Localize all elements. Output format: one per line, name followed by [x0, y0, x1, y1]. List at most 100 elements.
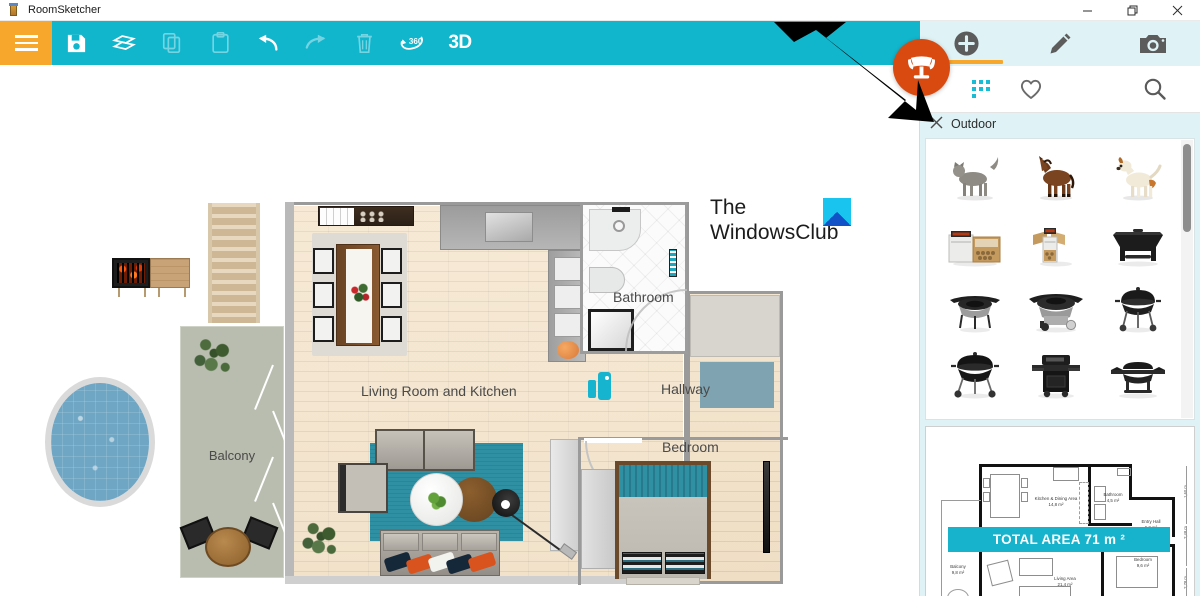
redo-arrow-icon — [305, 34, 326, 49]
preview-kitchen-counter — [1053, 467, 1079, 481]
copy-icon — [162, 33, 181, 53]
catalog-item-outdoor-kitchen-small[interactable] — [1016, 211, 1098, 277]
preview-sofa — [1019, 586, 1071, 596]
catalog-item-outdoor-kitchen-large[interactable] — [934, 211, 1016, 277]
tab-draw[interactable] — [1013, 21, 1106, 66]
catalog-grid-button[interactable] — [956, 79, 1006, 99]
catalog-item-kettle-grill-black[interactable] — [934, 343, 1016, 409]
search-icon — [1144, 78, 1166, 100]
hamburger-menu-icon[interactable] — [0, 21, 52, 65]
towel-rail-object[interactable] — [669, 249, 677, 277]
room-label-bathroom: Bathroom — [613, 289, 674, 305]
360-view-icon: 360 — [400, 36, 423, 50]
preview-dim-line-2 — [1186, 526, 1187, 566]
favorites-button[interactable] — [1006, 78, 1056, 100]
catalog-scrollbar[interactable] — [1181, 140, 1193, 418]
catalog-item-gas-grill-cart[interactable] — [1016, 277, 1098, 343]
roomsketcher-window: RoomSketcher 360 3D Balcony Living Room … — [0, 0, 1200, 596]
balcony-seating-set[interactable] — [179, 516, 279, 575]
coffee-table-white[interactable] — [410, 473, 463, 526]
outdoor-grill-object[interactable] — [112, 258, 190, 297]
clipboard-paste-icon — [211, 32, 229, 53]
redo-button[interactable] — [292, 21, 340, 65]
view-3d-button[interactable]: 3D — [436, 21, 484, 65]
view-360-button[interactable]: 360 — [388, 21, 436, 65]
bbq-station-thumbnail — [1027, 351, 1085, 401]
pool-object[interactable] — [45, 377, 155, 507]
furniture-badge[interactable] — [893, 39, 950, 96]
floorplan-canvas[interactable]: Balcony Living Room and Kitchen Bathroom… — [0, 65, 920, 596]
svg-text:360: 360 — [408, 37, 422, 46]
hallway-rug[interactable] — [700, 362, 774, 408]
catalog-item-bbq-station[interactable] — [1016, 343, 1098, 409]
catalog-item-folding-grill[interactable] — [1097, 211, 1179, 277]
layers-button[interactable] — [100, 21, 148, 65]
search-button[interactable] — [1130, 77, 1180, 101]
save-button[interactable] — [52, 21, 100, 65]
bed-bench[interactable] — [626, 577, 700, 585]
catalog-item-kettle-grill-open[interactable] — [934, 277, 1016, 343]
accent-chair-2[interactable] — [423, 429, 475, 471]
preview-label-balcony: Balcony 9,8 m² — [950, 564, 966, 575]
table-plant — [425, 488, 450, 513]
view-3d-label: 3D — [448, 32, 472, 53]
preview-chair — [983, 478, 990, 488]
balcony-plant-1[interactable] — [186, 328, 242, 384]
catalog-item-horse[interactable] — [1016, 145, 1098, 211]
preview-label-bathroom: Bathroom 4,5 m² — [1103, 492, 1123, 503]
camera-icon — [1140, 35, 1167, 53]
tab-photo[interactable] — [1107, 21, 1200, 66]
armchair-object[interactable] — [338, 463, 388, 513]
undo-button[interactable] — [244, 21, 292, 65]
teal-decor-object[interactable] — [588, 372, 612, 400]
dining-chairs-left[interactable] — [313, 248, 335, 342]
layers-icon — [112, 35, 136, 50]
minimize-button[interactable] — [1065, 0, 1110, 21]
catalog-scrollbar-thumb[interactable] — [1183, 144, 1191, 232]
sofa-object[interactable] — [380, 530, 500, 576]
gas-grill-cart-thumbnail — [1027, 285, 1085, 335]
restore-button[interactable] — [1110, 0, 1155, 21]
catalog-breadcrumb: Outdoor — [920, 113, 1200, 135]
kitchen-upper-cabinet[interactable] — [318, 206, 414, 226]
catalog-item-dog[interactable] — [1097, 145, 1179, 211]
floorplan-preview-card[interactable]: Kitchen & Dining Area 14,8 m² Bathroom 4… — [925, 426, 1195, 596]
bed-object[interactable] — [615, 461, 711, 579]
living-room-plant[interactable] — [295, 513, 347, 565]
catalog-item-kettle-grill-lid[interactable] — [1097, 277, 1179, 343]
bathroom-area[interactable] — [580, 202, 688, 354]
dining-chairs-right[interactable] — [381, 248, 403, 342]
balcony-railing — [254, 364, 292, 545]
catalog-tabs — [920, 21, 1200, 66]
floppy-disk-icon — [67, 34, 85, 52]
copy-button[interactable] — [148, 21, 196, 65]
hallway-storage-unit[interactable] — [550, 439, 579, 551]
kitchen-counter-top[interactable] — [440, 205, 586, 250]
grid-dots-icon — [971, 79, 991, 99]
preview-balcony-table — [947, 589, 969, 596]
catalog-item-portable-grill[interactable] — [1097, 343, 1179, 409]
dining-table[interactable] — [336, 244, 380, 346]
heart-icon — [1020, 79, 1042, 99]
wardrobe-object[interactable] — [581, 469, 617, 569]
delete-button[interactable] — [340, 21, 388, 65]
folding-grill-thumbnail — [1109, 219, 1167, 269]
close-x-icon[interactable] — [930, 116, 943, 133]
range-hood[interactable] — [485, 212, 533, 242]
main-toolbar: 360 3D — [0, 21, 920, 65]
staircase-object[interactable] — [208, 203, 260, 325]
preview-label-bedroom: Bedroom 9,6 m² — [1134, 557, 1152, 568]
outdoor-kitchen-large-thumbnail — [946, 219, 1004, 269]
catalog-item-cat[interactable] — [934, 145, 1016, 211]
flower-centerpiece — [347, 281, 373, 307]
kettle-grill-black-thumbnail — [946, 351, 1004, 401]
floor-lamp-object[interactable] — [492, 489, 520, 517]
shower-object[interactable] — [589, 207, 641, 251]
bedroom-mirror[interactable] — [763, 461, 770, 553]
window-title: RoomSketcher — [28, 4, 101, 16]
hallway-cabinet[interactable] — [690, 295, 780, 357]
paste-button[interactable] — [196, 21, 244, 65]
hallway-divider-wall — [687, 202, 689, 292]
room-label-living-room-and-kitchen: Living Room and Kitchen — [361, 383, 517, 399]
close-button[interactable] — [1155, 0, 1200, 21]
